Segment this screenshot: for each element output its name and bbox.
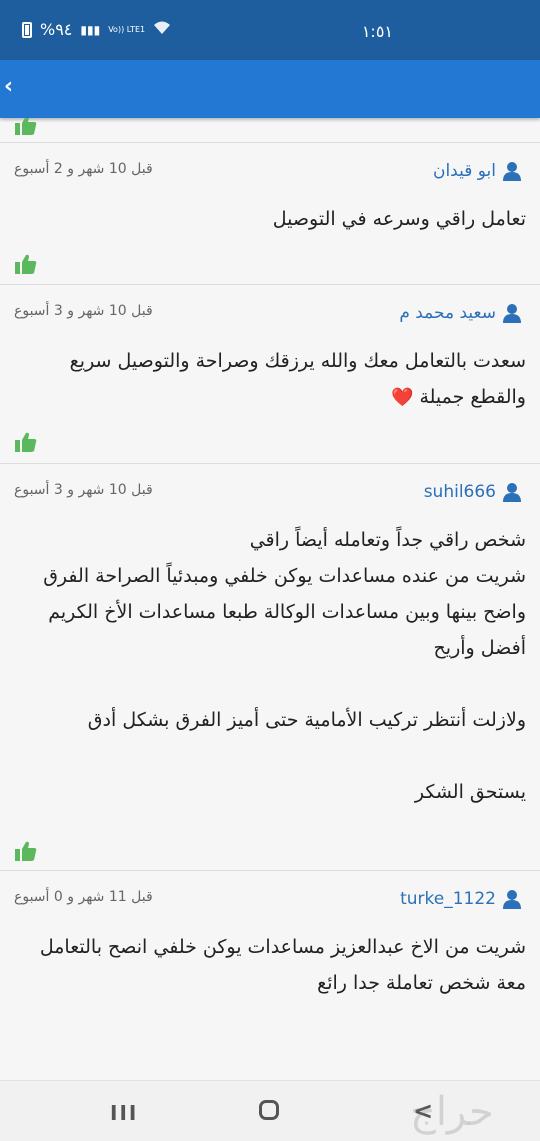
comment-time: قبل 10 شهر و 3 أسبوع <box>14 303 153 319</box>
system-nav-bar: III < حراج <box>0 1080 540 1141</box>
comment-text: شخص راقي جداً وتعامله أيضاً راقي شريت من… <box>43 529 526 803</box>
comment-time: قبل 11 شهر و 0 أسبوع <box>14 889 153 905</box>
lte-indicator: Vo)) LTE1 <box>108 24 146 34</box>
comment-text: شريت من الاخ عبدالعزيز مساعدات يوكن خلفي… <box>39 936 526 994</box>
author-name: suhil666 <box>423 482 496 502</box>
haraj-watermark: حراج <box>410 1089 494 1135</box>
comment-author[interactable]: suhil666 <box>424 482 522 502</box>
comment-card: suhil666 قبل 10 شهر و 3 أسبوع شخص راقي ج… <box>0 464 540 870</box>
comment-author[interactable]: سعيد محمد م <box>399 303 522 323</box>
user-icon <box>502 161 522 181</box>
author-name: ابو قيدان <box>432 161 496 181</box>
status-bar: %٩٤ ▮▮▮ Vo)) LTE1 ١:٥١ <box>0 0 540 60</box>
thumbs-up-icon[interactable] <box>14 253 38 275</box>
thumbs-up-icon[interactable] <box>14 840 38 862</box>
comment-text: تعامل راقي وسرعه في التوصيل <box>272 208 526 230</box>
comment-body: سعدت بالتعامل معك والله يرزقك وصراحة وال… <box>69 350 526 408</box>
comment-author[interactable]: ابو قيدان <box>433 161 522 181</box>
clock: ١:٥١ <box>361 22 393 41</box>
status-left: %٩٤ ▮▮▮ Vo)) LTE1 <box>22 20 171 39</box>
battery-percent: %٩٤ <box>40 20 73 39</box>
heart-emoji: ❤️ <box>390 387 414 408</box>
thumbs-up-icon[interactable] <box>14 431 38 453</box>
comment-author[interactable]: turke_1122 <box>400 889 522 909</box>
thumbs-up-icon[interactable] <box>14 118 38 136</box>
comment-card: سعيد محمد م قبل 10 شهر و 3 أسبوع سعدت با… <box>0 285 540 463</box>
wifi-icon <box>153 20 171 39</box>
author-name: turke_1122 <box>400 889 496 909</box>
user-icon <box>502 303 522 323</box>
comments-list[interactable]: ابو قيدان قبل 10 شهر و 2 أسبوع تعامل راق… <box>0 118 540 1080</box>
recent-apps-button[interactable]: III <box>110 1101 138 1125</box>
app-bar: ‹ <box>0 60 540 118</box>
comment-card: ابو قيدان قبل 10 شهر و 2 أسبوع تعامل راق… <box>0 143 540 284</box>
user-icon <box>502 889 522 909</box>
battery-icon <box>22 21 32 38</box>
comment-card: turke_1122 قبل 11 شهر و 0 أسبوع شريت من … <box>0 871 540 1080</box>
user-icon <box>502 482 522 502</box>
chevron-left-icon[interactable]: ‹ <box>4 74 13 99</box>
comment-time: قبل 10 شهر و 2 أسبوع <box>14 161 153 177</box>
comment-time: قبل 10 شهر و 3 أسبوع <box>14 482 153 498</box>
author-name: سعيد محمد م <box>399 303 496 323</box>
signal-icon: ▮▮▮ <box>80 22 101 37</box>
home-button[interactable] <box>259 1100 279 1120</box>
comment-text: سعدت بالتعامل معك والله يرزقك وصراحة وال… <box>12 343 526 416</box>
